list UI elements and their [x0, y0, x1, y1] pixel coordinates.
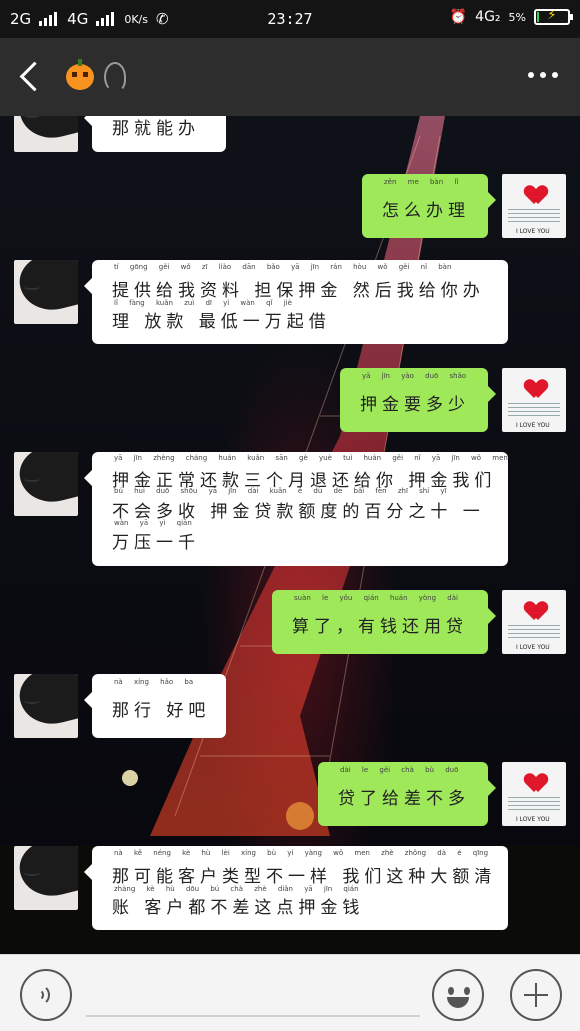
message-text: 那行 好吧 — [112, 701, 211, 721]
message-bubble[interactable]: suàn le yǒu qián huán yòng dài 算了，有钱还用贷 — [272, 590, 496, 654]
voice-button[interactable] — [20, 969, 72, 1021]
emoji-button[interactable] — [432, 969, 484, 1021]
avatar-text: I LOVE YOU — [516, 816, 550, 823]
more-dots-icon[interactable] — [528, 72, 558, 78]
pinyin: yā jīn zhèng cháng huán kuǎn sān gè yuè … — [114, 454, 508, 462]
pinyin: bú huì duō shōu yā jīn dài kuǎn é dù de … — [114, 487, 447, 495]
avatar[interactable] — [14, 260, 78, 324]
input-bar — [0, 954, 580, 1031]
pinyin: suàn le yǒu qián huán yòng dài — [294, 594, 458, 602]
message-text: 万压一千 — [112, 533, 200, 553]
avatar-text: I LOVE YOU — [516, 422, 550, 429]
pinyin: lǐ fàng kuǎn zuì dī yí wàn qǐ jiè — [114, 299, 292, 307]
avatar[interactable]: I LOVE YOU — [502, 174, 566, 238]
pinyin: nà xíng hǎo ba — [114, 678, 194, 686]
message-text: 账 客户都不差这点押金钱 — [112, 898, 365, 918]
message-text: 押金要多少 — [360, 395, 470, 415]
message-bubble[interactable]: 那就能办 — [84, 116, 226, 152]
pinyin: zhàng kè hù dōu bú chà zhè diǎn yā jīn q… — [114, 885, 359, 893]
message-text: 贷了给差不多 — [338, 789, 470, 809]
pinyin: yā jīn yào duō shǎo — [362, 372, 467, 380]
message-bubble[interactable]: dài le gěi chà bù duō 贷了给差不多 — [318, 762, 496, 826]
message-bubble[interactable]: nà xíng hǎo ba 那行 好吧 — [84, 674, 226, 738]
message-input[interactable] — [86, 1015, 420, 1017]
message-bubble[interactable]: yā jīn yào duō shǎo 押金要多少 — [340, 368, 496, 432]
avatar-text: I LOVE YOU — [516, 228, 550, 235]
status-right: ⏰ 4G₂ 5% ⚡ — [449, 8, 573, 25]
avatar[interactable]: I LOVE YOU — [502, 590, 566, 654]
avatar[interactable] — [14, 674, 78, 738]
message-text: 理 放款 最低一万起借 — [112, 312, 331, 332]
plus-icon[interactable] — [510, 969, 562, 1021]
battery-icon: ⚡ — [534, 8, 573, 25]
alarm-icon: ⏰ — [449, 9, 468, 25]
message-bubble[interactable]: nà kě néng kè hù lèi xíng bù yí yàng wǒ … — [84, 846, 508, 930]
pinyin: dài le gěi chà bù duō — [340, 766, 459, 774]
message-text: 那就能办 — [112, 119, 200, 139]
pinyin: zěn me bàn lǐ — [384, 178, 459, 186]
avatar-text: I LOVE YOU — [516, 644, 550, 651]
back-button[interactable] — [14, 58, 48, 96]
chat-area[interactable]: 那就能办 I LOVE YOU zěn me bàn lǐ 怎么办理 tí gō… — [0, 116, 580, 954]
message-text: 算了，有钱还用贷 — [292, 617, 468, 637]
ear-icon[interactable] — [104, 62, 126, 92]
avatar[interactable] — [14, 452, 78, 516]
avatar[interactable] — [14, 846, 78, 910]
avatar[interactable] — [14, 116, 78, 152]
pinyin: wàn yā yì qiān — [114, 519, 192, 527]
message-bubble[interactable]: yā jīn zhèng cháng huán kuǎn sān gè yuè … — [84, 452, 508, 566]
pinyin: nà kě néng kè hù lèi xíng bù yí yàng wǒ … — [114, 849, 489, 857]
pumpkin-icon[interactable] — [66, 59, 94, 90]
message-text: 怎么办理 — [382, 201, 470, 221]
avatar[interactable]: I LOVE YOU — [502, 368, 566, 432]
status-bar: 2G 4G 0K/s ✆ 23:27 ⏰ 4G₂ 5% ⚡ — [0, 0, 580, 38]
chat-header — [0, 38, 580, 116]
pinyin: tí gōng gěi wǒ zī liào dān bǎo yā jīn rá… — [114, 263, 452, 271]
battery-percent: 5% — [508, 10, 526, 24]
message-bubble[interactable]: zěn me bàn lǐ 怎么办理 — [362, 174, 496, 238]
network-3-label: 4G₂ — [475, 9, 501, 25]
message-bubble[interactable]: tí gōng gěi wǒ zī liào dān bǎo yā jīn rá… — [84, 260, 508, 344]
avatar[interactable]: I LOVE YOU — [502, 762, 566, 826]
